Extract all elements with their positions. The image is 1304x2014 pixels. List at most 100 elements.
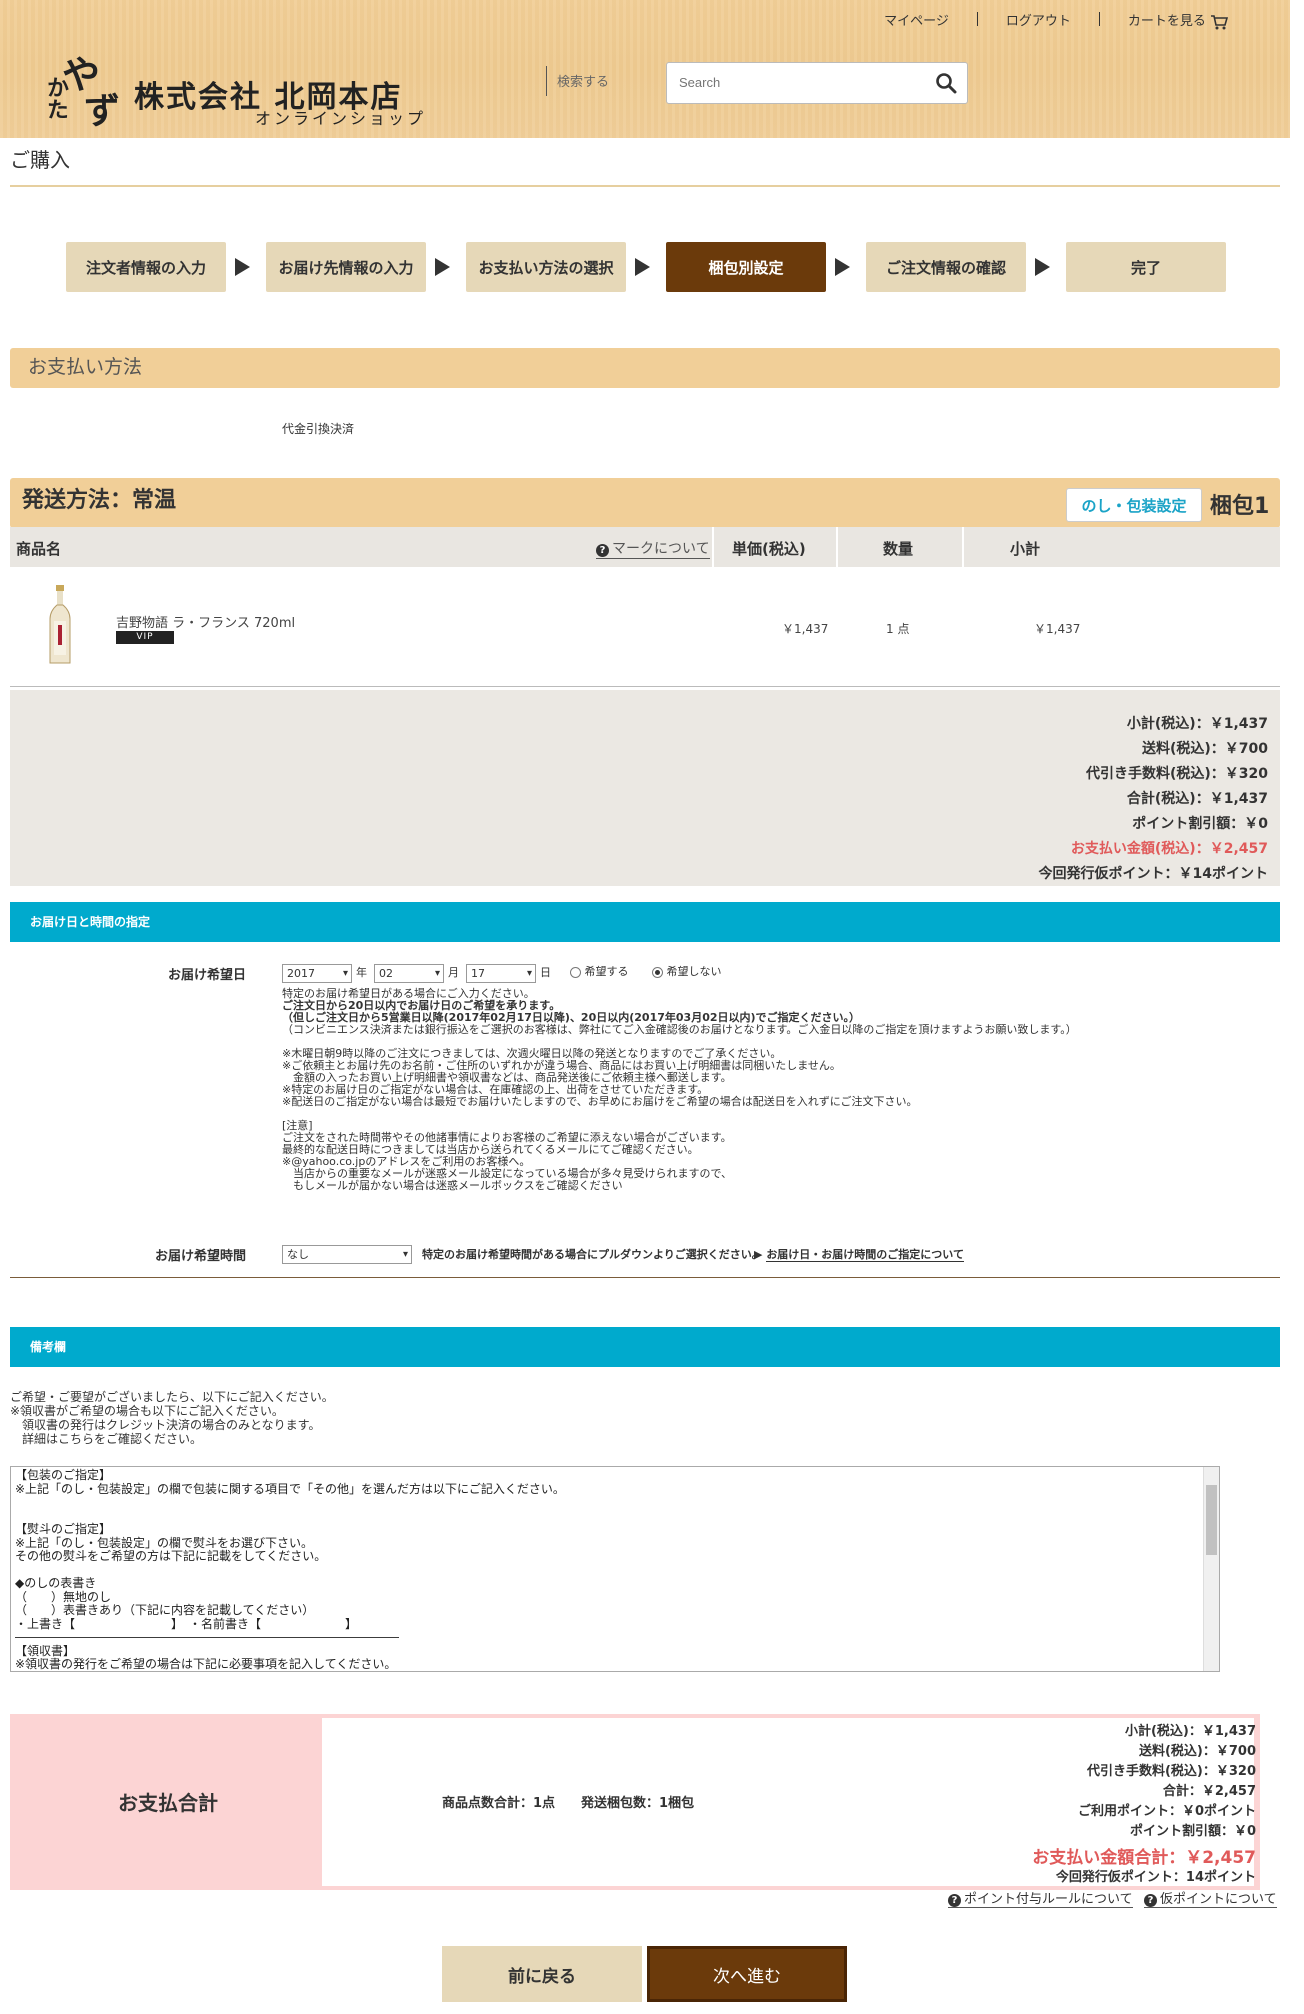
column-divider [712,527,714,567]
mark-about-link[interactable]: ? マークについて [596,538,710,559]
item-package-counts: 商品点数合計：1点 発送梱包数：1梱包 [442,1796,695,1811]
product-thumbnail[interactable] [46,585,74,665]
point-rule-label: ポイント付与ルールについて [964,1892,1133,1907]
summary-subtotal: 小計(税込)：￥1,437 [1126,716,1268,732]
mypage-link[interactable]: マイページ [878,10,955,30]
step-arrow-icon [235,258,250,276]
summary-point-discount: ポイント割引額：￥0 [1132,816,1268,832]
step-arrow-icon [635,258,650,276]
payment-method-value: 代金引換決済 [282,422,355,436]
scrollbar-thumb[interactable] [1206,1485,1217,1555]
point-rule-link[interactable]: ? ポイント付与ルールについて [948,1888,1133,1908]
product-name-link[interactable]: 吉野物語 ラ・フランス 720ml [116,612,295,631]
remarks-intro: ご希望・ご要望がございましたら、以下にご記入ください。 ※領収書がご希望の場合も… [10,1390,334,1446]
total-point-discount: ポイント割引額：￥0 [1129,1824,1256,1839]
col-subtotal: 小計 [1010,540,1041,558]
remarks-section-bar: 備考欄 [10,1327,1280,1367]
page-title: ご購入 [10,148,70,172]
radio-button-selected[interactable] [652,966,663,978]
summary-provisional-points: 今回発行仮ポイント：￥14ポイント [1038,866,1268,882]
col-unit-price: 単価(税込) [732,540,806,558]
remarks-intro-line: ご希望・ご要望がございましたら、以下にご記入ください。 [10,1390,334,1404]
remarks-textarea[interactable]: 【包装のご指定】 ※上記「のし・包装設定」の欄で包装に関する項目で「その他」を選… [10,1466,1220,1672]
row-divider [10,686,1280,687]
question-icon: ? [948,1894,961,1907]
summary-shipping-fee: 送料(税込)：￥700 [1141,741,1268,757]
delivery-time-note: 特定のお届け希望時間がある場合にプルダウンよりご選択ください。 [422,1248,763,1261]
divider [976,12,978,26]
day-select[interactable]: 17 [466,964,536,983]
radio-button[interactable] [570,966,581,978]
month-select[interactable]: 02 [374,964,444,983]
scrollbar[interactable] [1203,1467,1219,1671]
delivery-time-label: お届け希望時間 [155,1249,247,1264]
logo-char: ず [84,90,121,132]
total-shipping-fee: 送料(税込)：￥700 [1138,1744,1256,1759]
col-quantity: 数量 [883,540,914,558]
payment-section-title: お支払い方法 [28,356,143,378]
question-icon: ? [1144,1894,1157,1907]
delivery-time-select[interactable]: なし [282,1245,412,1264]
month-unit: 月 [448,966,459,979]
note-line [282,1108,1077,1120]
radio-not-want[interactable]: 希望しない [652,966,722,978]
delivery-time-help-link[interactable]: ▶ お届け日・お届け時間のご指定について [754,1248,964,1262]
total-sum: 合計：￥2,457 [1162,1784,1256,1799]
provisional-point-link[interactable]: ? 仮ポイントについて [1144,1888,1277,1908]
step-complete: 完了 [1066,242,1226,292]
step-packaging: 梱包別設定 [666,242,826,292]
year-select[interactable]: 2017 [282,964,352,983]
cart-link[interactable]: カートを見る [1122,10,1234,30]
back-button[interactable]: 前に戻る [442,1946,642,2002]
radio-want-label: 希望する [584,965,629,978]
payment-section-bar [10,348,1280,388]
play-icon: ▶ [754,1248,763,1261]
step-payment-method: お支払い方法の選択 [466,242,626,292]
remarks-intro-line: ※領収書がご希望の場合も以下にご記入ください。 [10,1404,284,1418]
total-subtotal: 小計(税込)：￥1,437 [1124,1724,1256,1739]
step-arrow-icon [435,258,450,276]
package-label: 梱包1 [1210,494,1270,519]
logo-char: かた [43,76,69,120]
summary-cod-fee: 代引き手数料(税込)：￥320 [1085,766,1268,782]
step-delivery-info: お届け先情報の入力 [266,242,426,292]
note-line: ※配送日のご指定がない場合は最短でお届けいたしますので、お早めにお届けをご希望の… [282,1095,918,1108]
divider [1098,12,1100,26]
shop-subtitle: オンラインショップ [255,109,427,128]
cart-link-label: カートを見る [1127,14,1206,29]
radio-want[interactable]: 希望する [570,966,629,978]
step-order-info: 注文者情報の入力 [66,242,226,292]
mark-about-label: マークについて [612,541,710,557]
remarks-text: 【包装のご指定】 ※上記「のし・包装設定」の欄で包装に関する項目で「その他」を選… [15,1468,565,1671]
search-input[interactable] [667,63,917,101]
search-icon[interactable] [935,72,957,94]
delivery-divider [10,1277,1280,1278]
total-payment-amount: お支払い金額合計：￥2,457 [1032,1848,1256,1868]
logout-link[interactable]: ログアウト [1000,10,1077,30]
delivery-notes: 特定のお届け希望日がある場合にご入力ください。 ご注文日から20日以内でお届け日… [282,988,1077,1192]
next-button[interactable]: 次へ進む [647,1946,847,2002]
summary-total: 合計(税込)：￥1,437 [1126,791,1268,807]
title-divider [10,185,1280,187]
item-unit-price: ￥1,437 [782,622,829,636]
step-arrow-icon [835,258,850,276]
col-product-name: 商品名 [16,540,62,558]
day-unit: 日 [540,966,551,979]
noshi-wrapping-button[interactable]: のし・包装設定 [1066,488,1202,522]
search-label: 検索する [546,66,609,96]
total-cod-fee: 代引き手数料(税込)：￥320 [1086,1764,1256,1779]
shipping-method-title: 発送方法：常温 [22,488,177,513]
logo-mark[interactable]: や かた ず [40,46,128,132]
delivery-section-bar: お届け日と時間の指定 [10,902,1280,942]
step-arrow-icon [1035,258,1050,276]
column-divider [836,527,838,567]
year-unit: 年 [356,966,367,979]
vip-badge: VIP [116,631,174,644]
payment-total-title: お支払合計 [118,1791,218,1815]
delivery-date-label: お届け希望日 [168,968,247,983]
remarks-intro-line: 領収書の発行はクレジット決済の場合のみとなります。 [10,1418,321,1432]
cart-icon [1211,14,1229,29]
header-links: マイページ ログアウト カートを見る [878,10,1234,30]
search-box [666,62,968,104]
delivery-time-help-label: お届け日・お届け時間のご指定について [766,1248,964,1262]
